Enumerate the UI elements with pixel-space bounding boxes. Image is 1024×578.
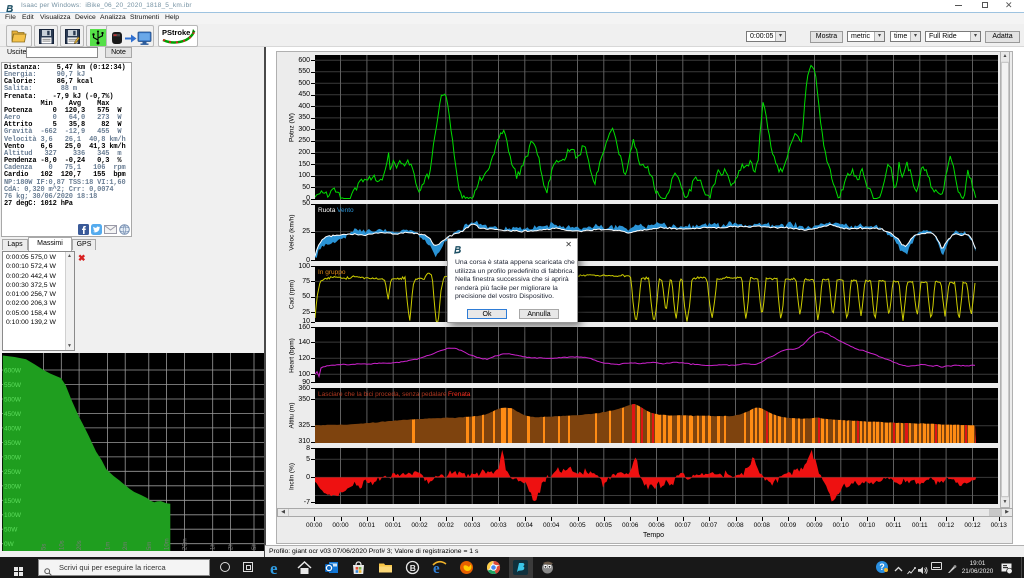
svg-text:1m: 1m [105, 542, 111, 550]
svg-text:2m: 2m [123, 542, 129, 550]
svg-text:600W: 600W [4, 368, 22, 375]
svg-text:300W: 300W [4, 454, 22, 461]
svg-text:20m: 20m [182, 538, 188, 550]
svg-text:5m: 5m [147, 542, 153, 550]
svg-text:Lasciare che la bici proceda,: Lasciare che la bici proceda, senza peda… [318, 391, 447, 398]
svg-text:50W: 50W [4, 527, 18, 534]
svg-text:Ruota: Ruota [318, 207, 336, 214]
svg-text:PStroke: PStroke [162, 28, 190, 37]
svg-text:1h: 1h [211, 543, 217, 550]
svg-text:B: B [410, 563, 416, 573]
svg-text:Vento: Vento [337, 207, 354, 214]
svg-text:350W: 350W [4, 440, 22, 447]
svg-text:Frenata: Frenata [448, 391, 471, 398]
svg-text:In gruppo: In gruppo [318, 269, 346, 276]
svg-text:250W: 250W [4, 469, 22, 476]
svg-text:2h: 2h [229, 543, 235, 550]
svg-text:10m: 10m [165, 538, 171, 550]
svg-text:5s: 5s [42, 544, 48, 550]
svg-text:0W: 0W [4, 541, 15, 548]
svg-text:100W: 100W [4, 512, 22, 519]
svg-text:5h: 5h [252, 543, 258, 550]
svg-text:20s: 20s [77, 540, 83, 550]
svg-text:150W: 150W [4, 498, 22, 505]
svg-text:10s: 10s [59, 540, 65, 550]
svg-text:400W: 400W [4, 425, 22, 432]
svg-text:e: e [270, 560, 278, 576]
svg-text:200W: 200W [4, 483, 22, 490]
svg-text:450W: 450W [4, 411, 22, 418]
svg-text:500W: 500W [4, 397, 22, 404]
svg-text:550W: 550W [4, 382, 22, 389]
